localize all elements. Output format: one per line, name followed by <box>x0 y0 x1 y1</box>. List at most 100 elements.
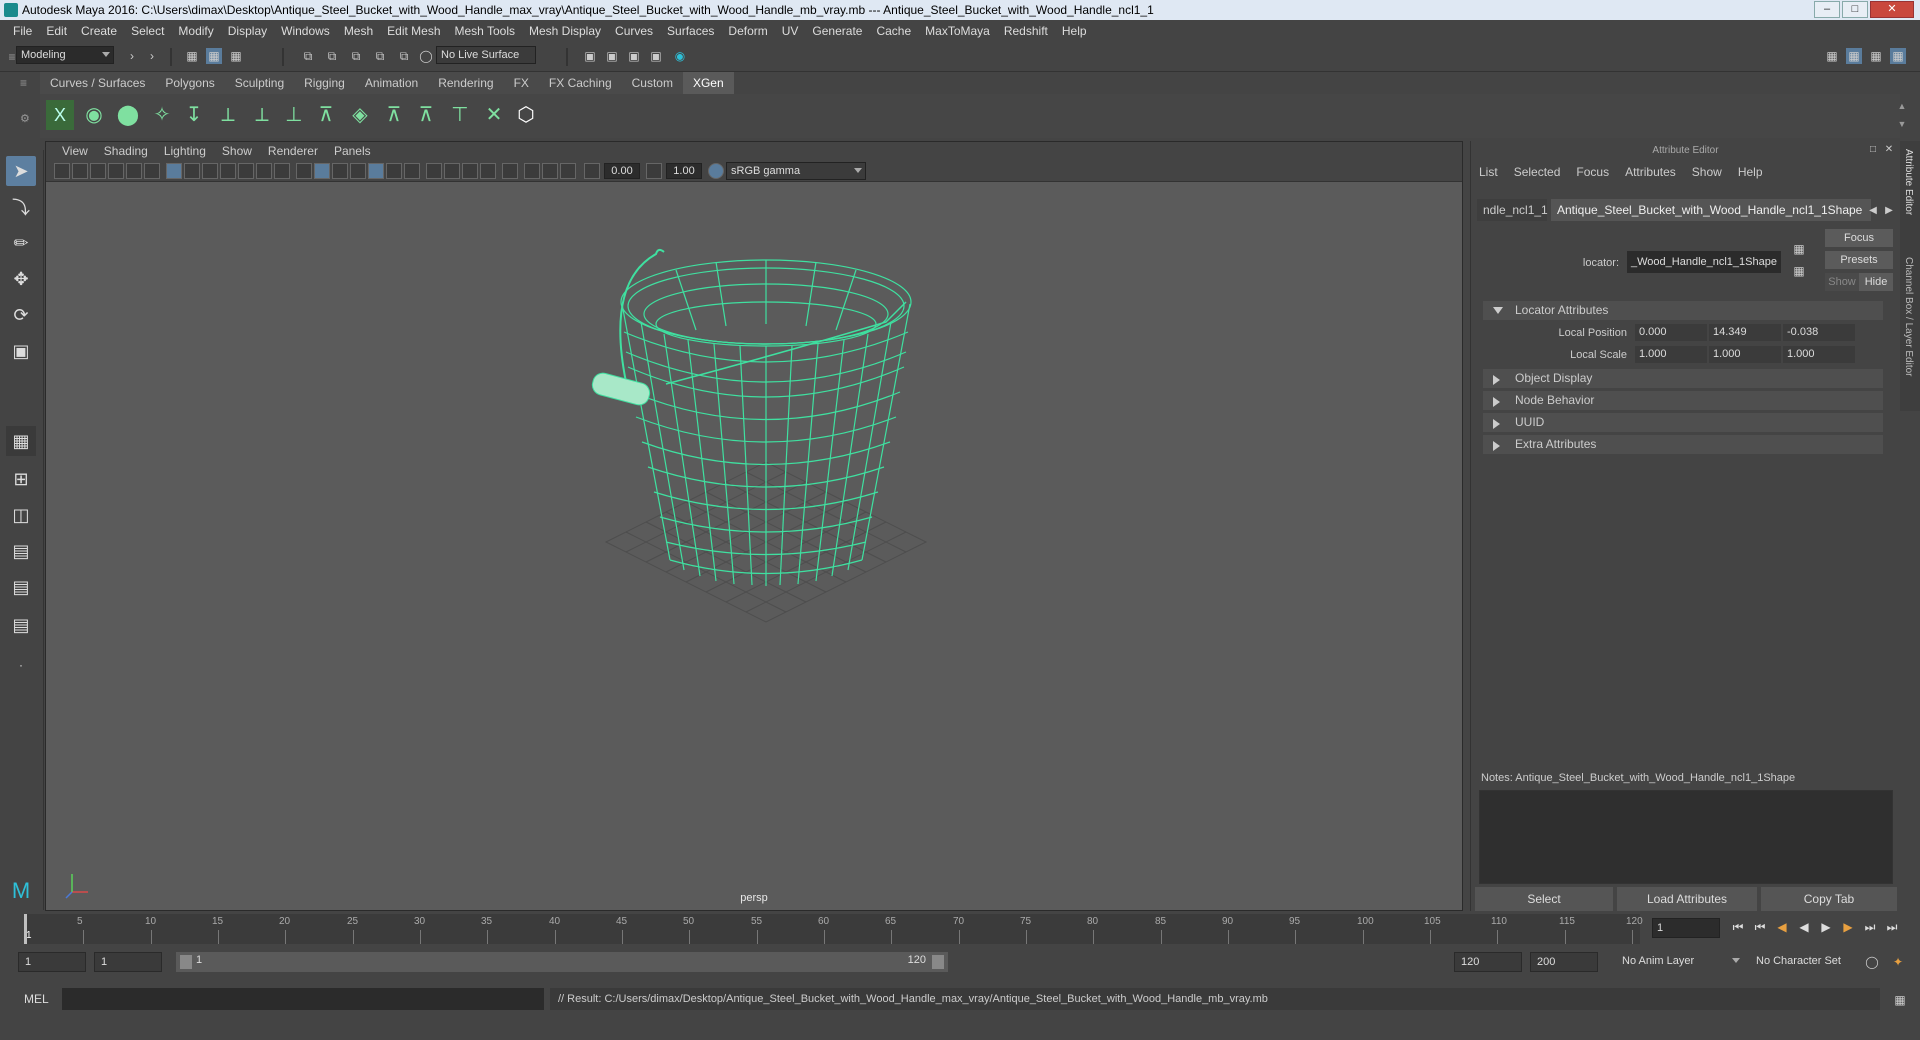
modeling-toolkit-icon[interactable]: ▦ <box>1824 48 1840 64</box>
vp-menu-view[interactable]: View <box>54 144 96 158</box>
xgen-place-guide-icon[interactable]: ↧ <box>180 100 208 130</box>
range-start-handle[interactable] <box>180 955 192 969</box>
step-back-frame-icon[interactable]: ◀ <box>1774 919 1790 935</box>
camera-attr-icon[interactable] <box>72 163 88 179</box>
field-chart-icon[interactable] <box>238 163 254 179</box>
vp-menu-show[interactable]: Show <box>214 144 260 158</box>
xgen-layers-icon[interactable]: ◈ <box>346 100 374 130</box>
local-position-z[interactable]: -0.038 <box>1783 324 1855 341</box>
bookmark-icon[interactable] <box>90 163 106 179</box>
focus-button[interactable]: Focus <box>1825 229 1893 247</box>
ambient-occlusion-icon[interactable] <box>462 163 478 179</box>
ipr-render-icon[interactable]: ▣ <box>626 48 642 64</box>
lights-icon[interactable] <box>426 163 442 179</box>
shelf-tab-rigging[interactable]: Rigging <box>294 72 355 94</box>
menu-file[interactable]: File <box>6 24 39 38</box>
film-gate-icon[interactable] <box>184 163 200 179</box>
xgen-description-icon[interactable]: ⬤ <box>114 100 142 130</box>
more-layouts-icon[interactable]: · <box>6 650 36 680</box>
vp-menu-renderer[interactable]: Renderer <box>260 144 326 158</box>
local-position-x[interactable]: 0.000 <box>1635 324 1707 341</box>
time-slider[interactable]: 1 5 10 15 20 25 30 35 40 45 50 55 60 65 70 75 80 85 90 95 1… <box>0 912 1920 946</box>
snap-grid-icon[interactable]: ⧉ <box>300 48 316 64</box>
menu-generate[interactable]: Generate <box>805 24 869 38</box>
safe-action-icon[interactable] <box>256 163 272 179</box>
live-surface-field[interactable]: No Live Surface <box>436 46 536 64</box>
snap-surface-icon[interactable]: ⧉ <box>372 48 388 64</box>
close-button[interactable]: ✕ <box>1870 1 1914 18</box>
gate-mask-icon[interactable] <box>220 163 236 179</box>
locator-name-field[interactable]: _Wood_Handle_ncl1_1Shape <box>1627 251 1781 273</box>
mode-selector[interactable]: Modeling <box>16 46 114 64</box>
attribute-editor-toggle-icon[interactable]: ▦ <box>1846 48 1862 64</box>
xray-icon[interactable] <box>368 163 384 179</box>
ae-menu-show[interactable]: Show <box>1684 165 1730 183</box>
shelf-tab-rendering[interactable]: Rendering <box>428 72 504 94</box>
select-button[interactable]: Select <box>1475 887 1613 911</box>
shelf-tab-sculpting[interactable]: Sculpting <box>224 72 295 94</box>
menu-create[interactable]: Create <box>74 24 124 38</box>
step-forward-frame-icon[interactable]: ▶ <box>1840 919 1856 935</box>
notes-textarea[interactable] <box>1479 790 1893 884</box>
ae-paste-icon[interactable]: ▦ <box>1791 263 1807 279</box>
lasso-tool-icon[interactable]: ⤵ <box>6 192 36 222</box>
tool-settings-icon[interactable]: ▦ <box>1868 48 1884 64</box>
menu-mesh-display[interactable]: Mesh Display <box>522 24 608 38</box>
safe-title-icon[interactable] <box>274 163 290 179</box>
shelf-scroll-down-icon[interactable]: ▼ <box>1894 116 1910 132</box>
hide-button[interactable]: Hide <box>1859 273 1893 291</box>
select-object-icon[interactable]: ▦ <box>206 48 222 64</box>
ae-tab-transform[interactable]: ndle_ncl1_1 <box>1477 199 1548 221</box>
shelf-tab-animation[interactable]: Animation <box>354 72 429 94</box>
go-to-start-icon[interactable]: ⏮ <box>1730 919 1746 935</box>
shelf-settings-icon[interactable]: ⚙ <box>20 112 34 126</box>
maximize-button[interactable]: □ <box>1842 1 1868 18</box>
ae-menu-selected[interactable]: Selected <box>1506 165 1569 183</box>
shelf-tab-polygons[interactable]: Polygons <box>155 72 225 94</box>
menu-modify[interactable]: Modify <box>171 24 220 38</box>
step-forward-key-icon[interactable]: ⏭ <box>1862 919 1878 935</box>
snap-view-icon[interactable]: ⧉ <box>396 48 412 64</box>
menu-deform[interactable]: Deform <box>721 24 774 38</box>
vp-menu-panels[interactable]: Panels <box>326 144 379 158</box>
viewport-panel[interactable]: View Shading Lighting Show Renderer Pane… <box>45 141 1463 911</box>
grid-toggle-icon[interactable] <box>166 163 182 179</box>
ae-tab-next-icon[interactable]: ▶ <box>1881 202 1897 218</box>
xgen-sculpt-guide-icon[interactable]: ⟂ <box>248 100 276 130</box>
ae-menu-list[interactable]: List <box>1471 165 1506 183</box>
shelf-tab-curves-surfaces[interactable]: Curves / Surfaces <box>40 72 156 94</box>
load-attributes-button[interactable]: Load Attributes <box>1617 887 1757 911</box>
channel-box-toggle-icon[interactable]: ▦ <box>1890 48 1906 64</box>
menu-select[interactable]: Select <box>124 24 171 38</box>
gamma-field[interactable]: 1.00 <box>666 163 702 179</box>
ae-tab-prev-icon[interactable]: ◀ <box>1865 202 1881 218</box>
xgen-grooming-icon[interactable]: ✧ <box>148 100 176 130</box>
local-scale-y[interactable]: 1.000 <box>1709 346 1781 363</box>
local-scale-x[interactable]: 1.000 <box>1635 346 1707 363</box>
layout-four-icon[interactable]: ⊞ <box>6 464 36 494</box>
snap-curve-icon[interactable]: ⧉ <box>324 48 340 64</box>
rotate-tool-icon[interactable]: ⟳ <box>6 300 36 330</box>
layout-graph-icon[interactable]: ▤ <box>6 572 36 602</box>
current-time-marker[interactable] <box>24 914 27 944</box>
copy-tab-button[interactable]: Copy Tab <box>1761 887 1897 911</box>
color-space-selector[interactable]: sRGB gamma <box>726 162 866 180</box>
shelf-tab-custom[interactable]: Custom <box>621 72 683 94</box>
gamma-icon[interactable] <box>646 163 662 179</box>
color-management-icon[interactable] <box>708 163 724 179</box>
save-file-icon[interactable]: › <box>144 48 160 64</box>
playback-end-field[interactable]: 120 <box>1454 952 1522 972</box>
scale-tool-icon[interactable]: ▣ <box>6 336 36 366</box>
frame-all-icon[interactable] <box>542 163 558 179</box>
menu-mesh[interactable]: Mesh <box>337 24 380 38</box>
time-slider-track[interactable]: 1 5 10 15 20 25 30 35 40 45 50 55 60 65 70 75 80 85 90 95 1… <box>24 914 1643 944</box>
section-object-display[interactable]: Object Display <box>1483 369 1883 388</box>
local-scale-z[interactable]: 1.000 <box>1783 346 1855 363</box>
render-settings-icon[interactable]: ▣ <box>648 48 664 64</box>
presets-button[interactable]: Presets <box>1825 251 1893 269</box>
range-slider[interactable]: 1 120 <box>176 952 948 972</box>
script-editor-icon[interactable]: ▦ <box>1892 992 1908 1008</box>
section-extra-attributes[interactable]: Extra Attributes <box>1483 435 1883 454</box>
shelf-tab-xgen[interactable]: XGen <box>682 72 734 94</box>
playback-start-field[interactable]: 1 <box>94 952 162 972</box>
